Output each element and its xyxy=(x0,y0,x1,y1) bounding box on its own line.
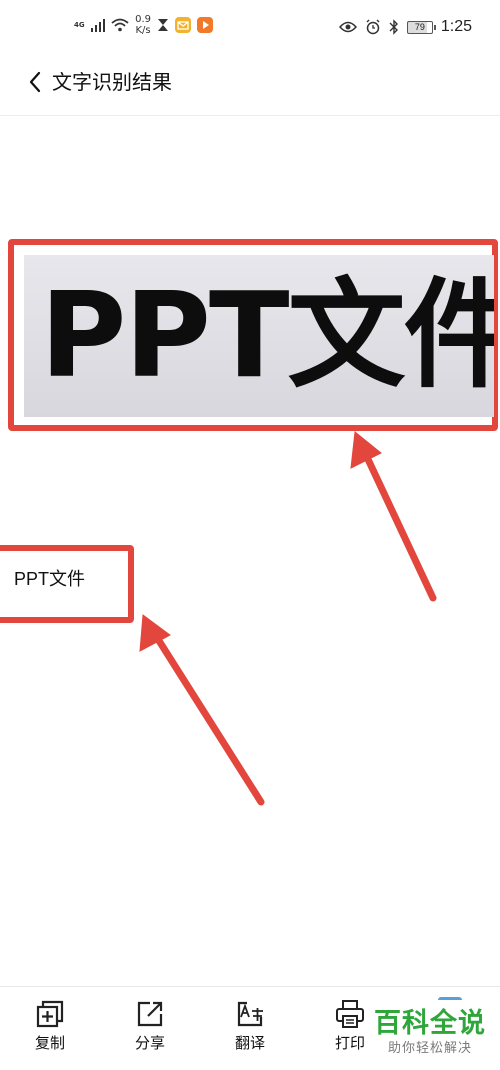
copy-label: 复制 xyxy=(34,1034,65,1052)
arrow-to-result xyxy=(139,614,265,806)
partial-toolbar-icon[interactable] xyxy=(438,997,462,1003)
screen: 4G 0.9 K/s 79 1:25 文字识别结果 PPT文件 PPT文件 复制… xyxy=(0,0,500,1070)
share-label: 分享 xyxy=(134,1034,165,1052)
translate-icon xyxy=(237,1001,263,1027)
watermark-title: 百科全说 xyxy=(374,1008,486,1039)
share-button[interactable]: 分享 xyxy=(120,999,180,1053)
annotation-arrows xyxy=(139,431,437,806)
copy-button[interactable]: 复制 xyxy=(20,999,80,1053)
arrow-to-image xyxy=(350,431,437,602)
share-icon xyxy=(137,1001,163,1027)
translate-button[interactable]: 翻译 xyxy=(220,999,280,1053)
print-button[interactable]: 打印 xyxy=(320,999,380,1053)
watermark: 百科全说 助你轻松解决 xyxy=(374,1008,486,1058)
copy-icon xyxy=(36,1000,64,1028)
translate-label: 翻译 xyxy=(234,1034,265,1052)
print-icon xyxy=(336,1000,364,1028)
watermark-subtitle: 助你轻松解决 xyxy=(387,1041,472,1056)
print-label: 打印 xyxy=(334,1034,365,1052)
